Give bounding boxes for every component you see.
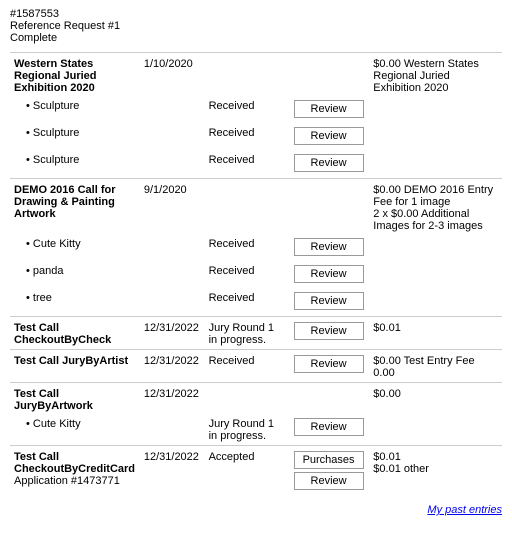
table-row: panda Received Review [10,262,502,289]
review-button[interactable]: Review [294,265,364,283]
review-button[interactable]: Review [294,472,364,490]
review-button[interactable]: Review [294,322,364,340]
past-entries-link[interactable]: My past entries [427,504,502,516]
table-row: Cute Kitty Received Review [10,235,502,262]
review-button[interactable]: Review [294,127,364,145]
table-row: Test Call CheckoutByCreditCard Applicati… [10,446,502,497]
table-row: DEMO 2016 Call for Drawing & Painting Ar… [10,179,502,236]
application-number: Application #1473771 [14,475,120,487]
review-button[interactable]: Review [294,238,364,256]
table-row: Sculpture Received Review [10,124,502,151]
review-button[interactable]: Review [294,154,364,172]
review-button[interactable]: Review [294,418,364,436]
review-button[interactable]: Review [294,292,364,310]
table-row: Test Call JuryByArtist 12/31/2022 Receiv… [10,350,502,383]
header: #1587553 Reference Request #1 Complete [10,8,502,44]
table-row: Test Call JuryByArtwork 12/31/2022 $0.00 [10,383,502,416]
review-button[interactable]: Review [294,355,364,373]
entries-table: Western States Regional Juried Exhibitio… [10,52,502,496]
table-row: Sculpture Received Review [10,151,502,179]
review-button[interactable]: Review [294,100,364,118]
purchases-button[interactable]: Purchases [294,451,364,469]
table-row: Test Call CheckoutByCheck 12/31/2022 Jur… [10,317,502,350]
header-id: #1587553 [10,8,502,20]
table-row: Western States Regional Juried Exhibitio… [10,53,502,98]
header-reference: Reference Request #1 [10,20,502,32]
table-row: Sculpture Received Review [10,97,502,124]
header-status: Complete [10,32,502,44]
footer: My past entries [10,504,502,516]
call-name: Western States Regional Juried Exhibitio… [10,53,140,98]
table-row: Cute Kitty Jury Round 1 in progress. Rev… [10,415,502,446]
table-row: tree Received Review [10,289,502,317]
